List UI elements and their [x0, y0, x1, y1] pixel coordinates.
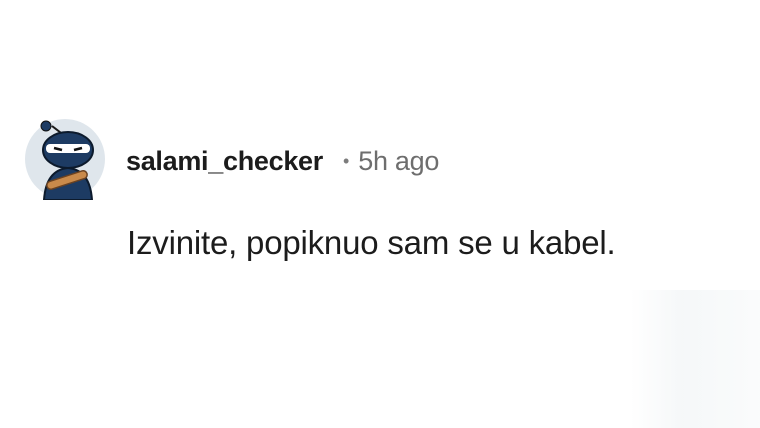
comment-text: Izvinite, popiknuo sam se u kabel. [127, 224, 616, 261]
avatar[interactable] [24, 118, 106, 201]
username-link[interactable]: salami_checker [126, 146, 323, 177]
background-fade [630, 290, 760, 428]
timestamp[interactable]: 5h ago [358, 146, 439, 177]
comment: salami_checker • 5h ago Izvinite, popikn… [0, 0, 760, 428]
comment-meta: salami_checker • 5h ago [126, 142, 439, 180]
separator-dot: • [342, 151, 350, 171]
snoo-avatar-icon [25, 119, 105, 201]
